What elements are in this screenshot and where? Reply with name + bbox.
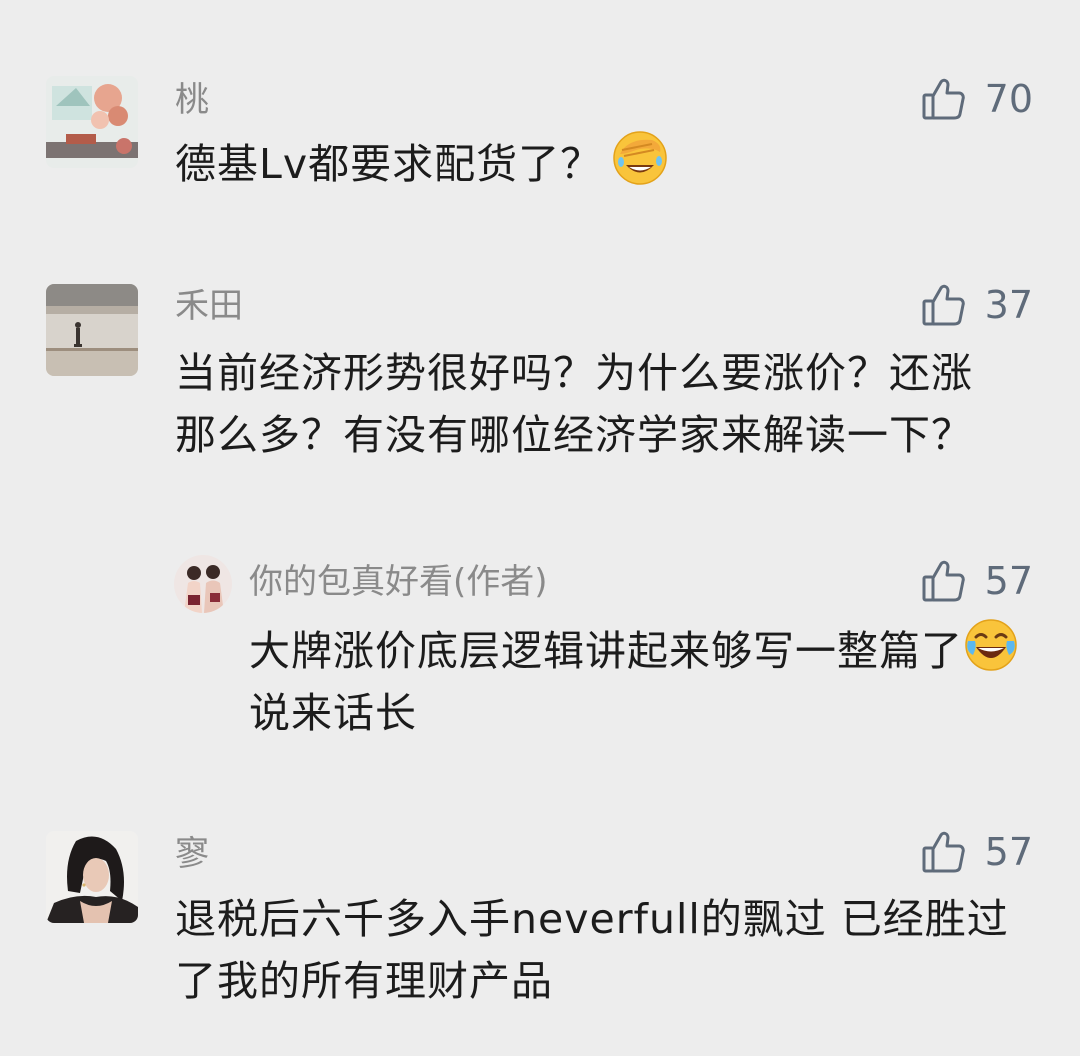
comment-text: 德基Lv都要求配货了？ (175, 130, 1035, 195)
avatar[interactable] (46, 831, 138, 923)
like-count: 37 (984, 283, 1033, 327)
reply-text-before: 大牌涨价底层逻辑讲起来够写一整篇了 (249, 627, 963, 675)
commenter-name[interactable]: 禾田 (175, 286, 243, 326)
reply-text: 大牌涨价底层逻辑讲起来够写一整篇了 说来话长 (249, 617, 1039, 744)
two-women-avatar (174, 555, 232, 613)
reply-text-after: 说来话长 (249, 689, 417, 737)
like-count: 57 (984, 559, 1033, 603)
comment-text: 当前经济形势很好吗？为什么要涨价？还涨那么多？有没有哪位经济学家来解读一下？ (175, 349, 973, 459)
tears-of-joy-emoji (963, 617, 1019, 673)
like-button[interactable]: 57 (921, 559, 1033, 603)
like-button[interactable]: 37 (921, 283, 1033, 327)
thumbs-up-icon (921, 283, 965, 327)
woman-portrait-avatar (46, 831, 138, 923)
comment-text: 退税后六千多入手neverfull的飘过 已经胜过了我的所有理财产品 (175, 895, 1009, 1005)
thumbs-up-icon (921, 830, 965, 874)
avatar[interactable] (46, 76, 138, 168)
person-on-beach-avatar (46, 284, 138, 376)
commenter-name[interactable]: 桃 (175, 80, 209, 120)
like-count: 57 (984, 830, 1033, 874)
flower-collage-avatar (46, 76, 138, 168)
reply-author-name[interactable]: 你的包真好看(作者) (249, 562, 548, 602)
thumbs-up-icon (921, 77, 965, 121)
like-button[interactable]: 70 (921, 77, 1033, 121)
commenter-name[interactable]: 寥 (175, 834, 209, 874)
like-button[interactable]: 57 (921, 830, 1033, 874)
comment-text-content: 德基Lv都要求配货了？ (175, 140, 603, 188)
like-count: 70 (984, 77, 1033, 121)
face-palm-laughing-emoji (612, 130, 668, 186)
avatar[interactable] (46, 284, 138, 376)
thumbs-up-icon (921, 559, 965, 603)
avatar[interactable] (174, 555, 232, 613)
